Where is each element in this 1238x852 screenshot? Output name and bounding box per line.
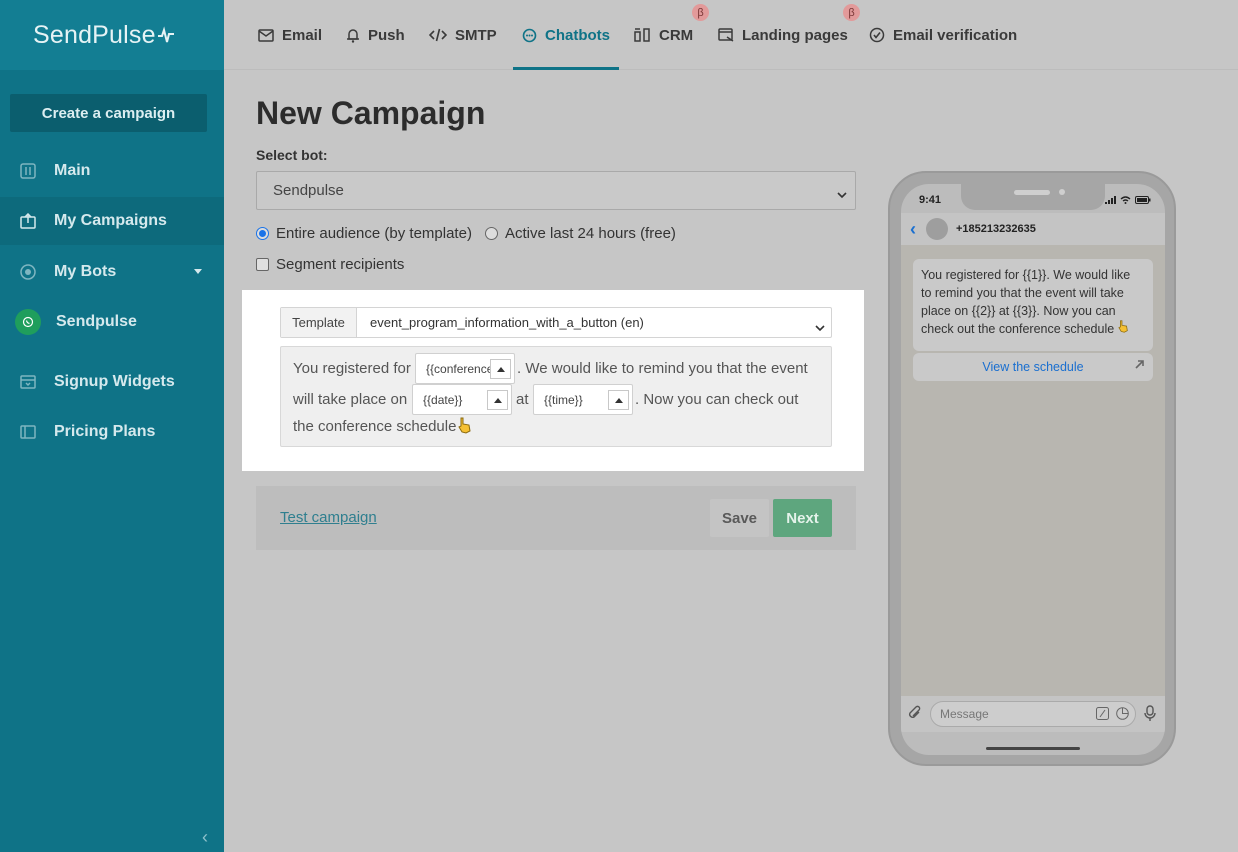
template-value: event_program_information_with_a_button … (370, 315, 644, 330)
tab-landing-pages[interactable]: Landing pages (718, 0, 848, 70)
bell-icon (346, 28, 360, 43)
phone-notch (961, 184, 1105, 210)
pointing-hand-icon (458, 417, 472, 439)
segment-recipients-checkbox[interactable] (256, 257, 269, 271)
sidebar-item-my-bots[interactable]: My Bots (0, 248, 224, 296)
widget-icon (19, 373, 37, 391)
landing-page-icon (718, 27, 734, 43)
logo[interactable]: SendPulse (0, 0, 224, 70)
message-input[interactable]: Message (930, 701, 1136, 727)
audience-active-option[interactable]: Active last 24 hours (free) (485, 223, 676, 243)
chat-area: You registered for {{1}}. We would like … (901, 245, 1165, 696)
chat-icon (522, 28, 537, 43)
sidebar-item-main[interactable]: Main (0, 147, 224, 195)
microphone-icon[interactable] (1144, 705, 1156, 727)
phone-time: 9:41 (919, 194, 942, 206)
external-link-icon (1134, 359, 1145, 373)
wifi-icon (1120, 196, 1131, 204)
variable-3-input[interactable]: {{time}} (533, 384, 633, 415)
battery-icon (1135, 196, 1151, 204)
save-button[interactable]: Save (710, 499, 769, 537)
sticker-icon[interactable] (1116, 707, 1129, 723)
pricing-icon (19, 423, 37, 441)
tab-push[interactable]: Push (346, 0, 405, 70)
bot-select[interactable]: Sendpulse (256, 171, 856, 210)
template-panel: Template event_program_information_with_… (242, 290, 864, 471)
back-arrow-icon[interactable]: ‹ (910, 219, 916, 240)
phone-preview: 9:41 ‹ +185213232635 You registered for … (888, 171, 1176, 766)
message-input-bar: Message (901, 696, 1165, 732)
tab-chatbots[interactable]: Chatbots (513, 0, 619, 70)
test-campaign-link[interactable]: Test campaign (280, 509, 377, 526)
check-circle-icon (869, 27, 885, 43)
chevron-down-icon (194, 269, 202, 274)
audience-entire-option[interactable]: Entire audience (by template) (256, 223, 472, 243)
chevron-down-icon (815, 320, 825, 335)
next-button[interactable]: Next (773, 499, 832, 537)
message-text: the conference schedule (293, 418, 457, 435)
segment-recipients-option[interactable]: Segment recipients (256, 254, 404, 274)
campaign-icon (19, 212, 37, 230)
attach-icon[interactable] (908, 705, 922, 726)
sidebar-item-sendpulse[interactable]: Sendpulse (0, 298, 224, 346)
beta-badge: β (843, 4, 860, 21)
message-text: at (516, 391, 529, 408)
sidebar-item-label: Sendpulse (56, 313, 137, 330)
dashboard-icon (19, 162, 37, 180)
spinner-up-icon[interactable] (608, 390, 629, 410)
audience-entire-radio[interactable] (256, 226, 269, 240)
page-title: New Campaign (256, 95, 486, 131)
select-bot-label: Select bot: (256, 147, 328, 163)
template-message: You registered for {{conference}} . We w… (280, 346, 832, 447)
sidebar-item-pricing-plans[interactable]: Pricing Plans (0, 408, 224, 456)
campaign-footer: Test campaign Save Next (256, 486, 856, 550)
avatar (926, 218, 948, 240)
spinner-up-icon[interactable] (490, 359, 511, 379)
sidebar-item-label: Pricing Plans (54, 423, 156, 440)
spinner-up-icon[interactable] (487, 390, 508, 410)
template-label: Template (281, 308, 357, 337)
envelope-icon (258, 28, 274, 42)
bot-select-value: Sendpulse (273, 182, 344, 199)
chat-header: ‹ +185213232635 (901, 213, 1165, 245)
audience-active-radio[interactable] (485, 226, 498, 240)
variable-1-input[interactable]: {{conference}} (415, 353, 515, 384)
sidebar-item-label: Main (54, 162, 91, 179)
tab-email[interactable]: Email (258, 0, 322, 70)
variable-2-input[interactable]: {{date}} (412, 384, 512, 415)
beta-badge: β (692, 4, 709, 21)
message-text: will take place on (293, 391, 408, 408)
home-indicator (986, 747, 1080, 750)
sidebar-item-my-campaigns[interactable]: My Campaigns (0, 197, 224, 245)
sidebar-item-label: My Bots (54, 263, 117, 280)
sidebar: SendPulse Create a campaign Main My Camp… (0, 0, 224, 852)
collapse-sidebar-icon[interactable]: ‹ (202, 827, 208, 848)
pointing-hand-icon (1118, 320, 1128, 333)
top-navigation: Email Push SMTP Chatbots CRM β Landing p… (224, 0, 1238, 70)
view-schedule-button[interactable]: View the schedule (913, 353, 1153, 381)
template-select[interactable]: Template event_program_information_with_… (280, 307, 832, 338)
status-icons (1105, 196, 1151, 204)
whatsapp-icon (15, 309, 41, 335)
signal-icon (1105, 196, 1116, 204)
sidebar-item-label: My Campaigns (54, 212, 167, 229)
message-text: . We would like to remind you that the e… (517, 360, 808, 377)
sidebar-item-label: Signup Widgets (54, 373, 175, 390)
command-icon[interactable] (1096, 707, 1109, 723)
tab-email-verification[interactable]: Email verification (869, 0, 1017, 70)
tab-smtp[interactable]: SMTP (429, 0, 497, 70)
contact-number: +185213232635 (956, 223, 1036, 235)
message-text: You registered for (293, 360, 411, 377)
create-campaign-button[interactable]: Create a campaign (10, 94, 207, 132)
pulse-icon (157, 26, 174, 43)
chevron-down-icon (837, 186, 847, 203)
tab-crm[interactable]: CRM (634, 0, 693, 70)
bot-icon (19, 263, 37, 281)
code-icon (429, 28, 447, 42)
message-bubble: You registered for {{1}}. We would like … (913, 259, 1153, 351)
crm-icon (634, 28, 651, 42)
message-text: . Now you can check out (635, 391, 799, 408)
sidebar-item-signup-widgets[interactable]: Signup Widgets (0, 358, 224, 406)
